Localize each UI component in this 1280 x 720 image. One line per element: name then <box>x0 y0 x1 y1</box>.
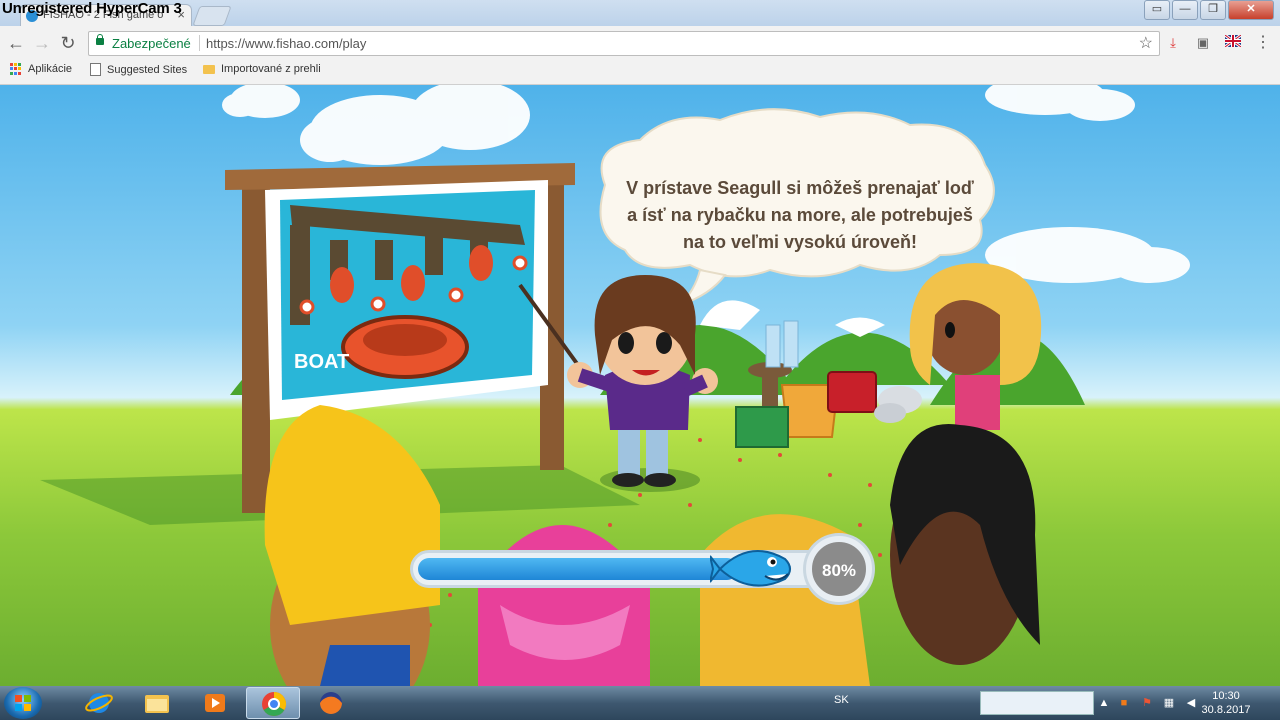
extension-icon-shield[interactable]: ▣ <box>1194 34 1212 52</box>
taskbar-chrome-button[interactable] <box>246 687 300 719</box>
window-title-bar: FISHAO - 2 Fish game online × Unregister… <box>0 0 1280 27</box>
taskbar-explorer-button[interactable] <box>132 687 182 719</box>
chrome-icon <box>262 692 287 717</box>
folder-icon <box>203 64 215 74</box>
bookmark-suggested-label: Suggested Sites <box>107 63 188 76</box>
maximize-button[interactable]: ❐ <box>1200 0 1226 20</box>
uk-flag-icon[interactable] <box>1224 33 1242 52</box>
network-icon[interactable]: ▦ <box>1162 696 1176 710</box>
clock-date: 30.8.2017 <box>1201 704 1251 716</box>
media-player-icon <box>205 694 225 712</box>
menu-icon[interactable]: ⋮ <box>1254 34 1272 52</box>
bookmarks-bar: Aplikácie Suggested Sites Importované z … <box>0 60 1280 85</box>
bookmark-apps[interactable]: Aplikácie <box>10 63 72 75</box>
bookmark-imported[interactable]: Importované z prehli <box>203 63 321 75</box>
page-icon <box>90 63 101 76</box>
new-tab-button[interactable] <box>192 6 232 26</box>
navigation-bar: ← → ↻ Zabezpečené https://www.fishao.com… <box>0 26 1280 61</box>
bookmark-apps-label: Aplikácie <box>28 63 73 75</box>
progress-percent-label: 80% <box>821 561 857 580</box>
address-bar[interactable]: Zabezpečené https://www.fishao.com/play … <box>88 31 1160 56</box>
start-button[interactable] <box>4 687 42 719</box>
omnibox-divider <box>199 35 200 51</box>
taskbar-firefox-button[interactable] <box>306 687 356 719</box>
language-indicator[interactable]: SK <box>834 694 849 706</box>
extension-icon-red[interactable]: ⤓ <box>1164 34 1182 52</box>
close-window-button[interactable]: ✕ <box>1228 0 1274 20</box>
forward-arrow-icon[interactable]: → <box>32 33 52 53</box>
board-label: BOAT <box>294 351 349 373</box>
minimize-button[interactable]: — <box>1172 0 1198 20</box>
clock-time: 10:30 <box>1212 690 1240 702</box>
folder-explorer-icon <box>145 695 169 713</box>
windows-taskbar: SK ▲ ■ ⚑ ▦ ◀ 10:30 30.8.2017 <box>0 686 1280 720</box>
internet-explorer-icon <box>85 693 113 713</box>
bookmark-suggested-sites[interactable]: Suggested Sites <box>90 63 187 76</box>
loading-progress-bar: 80% <box>410 536 872 602</box>
teacher-character[interactable] <box>567 275 718 492</box>
progress-fill <box>418 558 738 580</box>
lock-icon <box>96 34 104 45</box>
taskbar-ie-button[interactable] <box>74 687 124 719</box>
speech-bubble-text: V prístave Seagull si môžeš prenajať loď… <box>626 178 974 252</box>
bookmark-star-icon[interactable]: ☆ <box>1139 33 1153 53</box>
reload-icon[interactable]: ↻ <box>58 33 78 53</box>
url-text[interactable]: https://www.fishao.com/play <box>206 36 366 51</box>
window-controls: ▭ — ❐ ✕ <box>1144 0 1274 20</box>
firefox-icon <box>320 692 342 714</box>
action-center-icon[interactable]: ⚑ <box>1140 696 1154 710</box>
game-canvas[interactable]: BOAT V prístave Seagull si môžeš prenaja… <box>0 85 1280 686</box>
taskbar-media-button[interactable] <box>190 687 240 719</box>
recorder-watermark: Unregistered HyperCam 3 <box>2 0 182 17</box>
office-tray-icon[interactable]: ■ <box>1117 696 1131 710</box>
fish-mascot-icon <box>710 550 791 587</box>
bookmark-imported-label: Importované z prehli <box>221 63 321 75</box>
restore-profile-button[interactable]: ▭ <box>1144 0 1170 20</box>
show-hidden-icons-icon[interactable]: ▲ <box>1097 696 1111 710</box>
secure-label: Zabezpečené <box>112 36 191 51</box>
apps-grid-icon <box>10 63 22 75</box>
windows-logo-icon <box>15 695 31 711</box>
back-arrow-icon[interactable]: ← <box>6 33 26 53</box>
taskbar-tray-widget[interactable] <box>980 691 1094 715</box>
system-clock[interactable]: 10:30 30.8.2017 <box>1196 689 1256 717</box>
